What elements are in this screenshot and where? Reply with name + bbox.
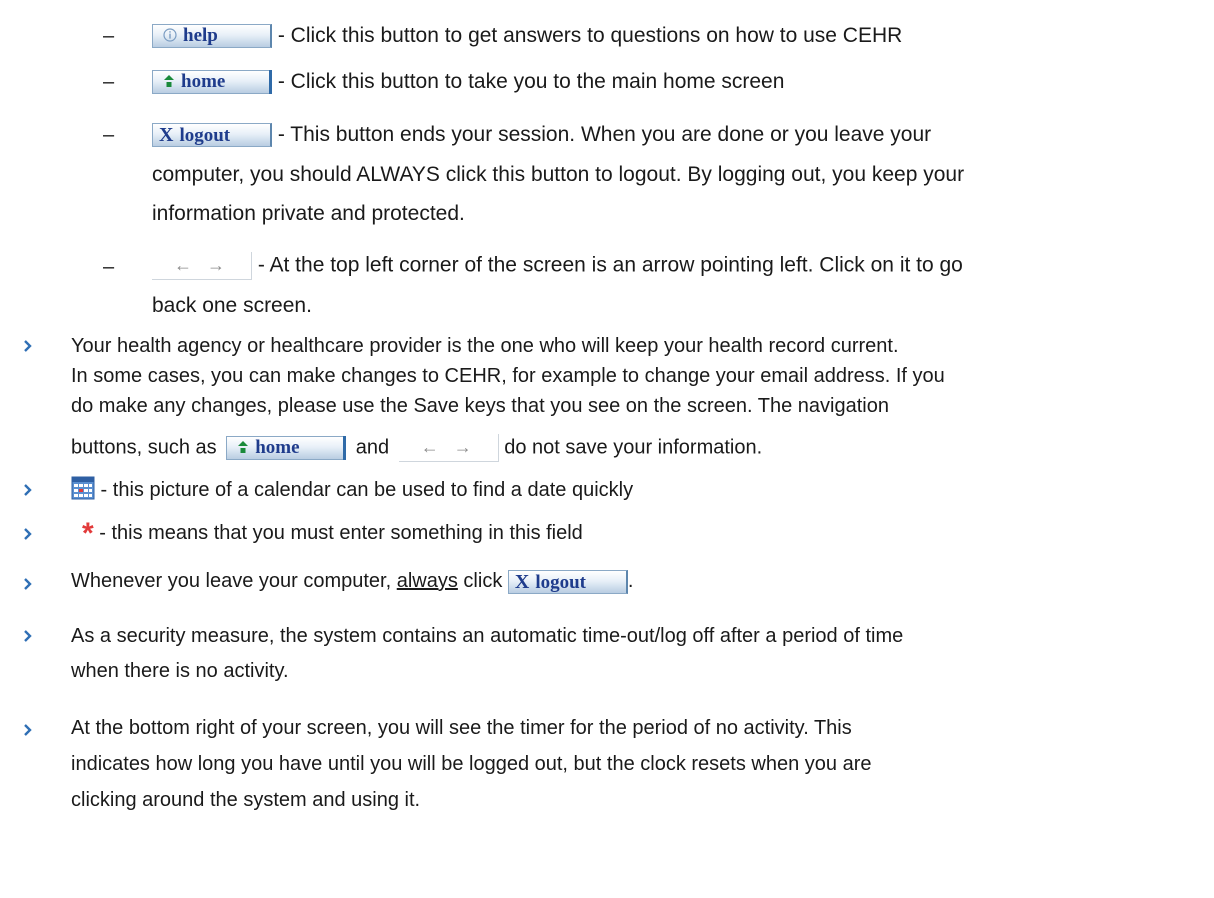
- help-item: help - Click this button to get answers …: [152, 24, 903, 49]
- back-forward-arrows[interactable]: ← →: [398, 434, 499, 462]
- timeout-line1: As a security measure, the system contai…: [71, 625, 904, 647]
- required-asterisk: *: [82, 517, 94, 550]
- help-description: - Click this button to get answers to qu…: [272, 24, 903, 47]
- house-arrow-icon: [237, 437, 249, 459]
- logout-item: Xlogout - This button ends your session.…: [152, 123, 932, 148]
- record-line1: Your health agency or healthcare provide…: [71, 335, 899, 357]
- record-line4c: do not save your information.: [498, 436, 763, 459]
- arrow-right-icon[interactable]: →: [454, 434, 472, 460]
- list-dash: –: [103, 71, 115, 93]
- chevron-right-icon: [23, 624, 43, 648]
- help-button-label: help: [183, 25, 218, 47]
- calendar-item: - this picture of a calendar can be used…: [71, 476, 633, 506]
- calendar-description: - this picture of a calendar can be used…: [95, 479, 634, 501]
- house-arrow-icon: [163, 71, 175, 93]
- home-button-label: home: [181, 71, 226, 93]
- logout-description-line1: - This button ends your session. When yo…: [272, 123, 932, 146]
- record-line3: do make any changes, please use the Save…: [71, 395, 889, 417]
- timer-line2: indicates how long you have until you wi…: [71, 753, 872, 775]
- chevron-right-icon: [23, 478, 43, 502]
- list-dash: –: [103, 256, 115, 278]
- asterisk-item: * - this means that you must enter somet…: [82, 518, 583, 549]
- home-button-label: home: [255, 437, 300, 458]
- list-dash: –: [103, 124, 115, 146]
- logout-button[interactable]: Xlogout: [507, 569, 628, 594]
- arrow-right-icon[interactable]: →: [207, 252, 225, 278]
- record-line4b: and: [350, 436, 395, 459]
- arrows-item: ← → - At the top left corner of the scre…: [152, 252, 963, 280]
- arrows-description-line1: - At the top left corner of the screen i…: [252, 253, 963, 277]
- chevron-right-icon: [23, 334, 43, 358]
- record-line2: In some cases, you can make changes to C…: [71, 365, 945, 387]
- timer-line1: At the bottom right of your screen, you …: [71, 717, 852, 739]
- logout-description-line2: computer, you should ALWAYS click this b…: [152, 163, 965, 186]
- logout-button-label: logout: [535, 571, 587, 593]
- logout-button-label: logout: [179, 125, 231, 147]
- leave-item: Whenever you leave your computer, always…: [71, 569, 633, 594]
- logout-description-line3: information private and protected.: [152, 202, 465, 225]
- chevron-right-icon: [23, 572, 43, 596]
- close-x-icon: X: [514, 570, 530, 593]
- home-button[interactable]: home: [226, 436, 347, 460]
- home-description: - Click this button to take you to the m…: [272, 70, 785, 93]
- back-forward-arrows[interactable]: ← →: [152, 252, 252, 280]
- asterisk-description: - this means that you must enter somethi…: [93, 522, 583, 544]
- leave-text-d: .: [627, 570, 634, 592]
- logout-button[interactable]: Xlogout: [152, 123, 272, 148]
- timeout-line2: when there is no activity.: [71, 660, 289, 682]
- help-button[interactable]: help: [152, 24, 272, 49]
- leave-text-always: always: [396, 570, 458, 592]
- leave-text-c: click: [457, 570, 508, 592]
- leave-text-a: Whenever you leave your computer,: [71, 570, 397, 592]
- chevron-right-icon: [23, 522, 43, 546]
- info-circle-icon: [163, 25, 177, 47]
- record-line4a: buttons, such as: [71, 436, 223, 459]
- home-button[interactable]: home: [152, 70, 272, 95]
- calendar-icon[interactable]: [71, 476, 95, 506]
- home-item: home - Click this button to take you to …: [152, 70, 785, 95]
- close-x-icon: X: [159, 124, 174, 147]
- record-line4: buttons, such as home and ← → do not sav…: [71, 434, 762, 462]
- arrows-description-line2: back one screen.: [152, 294, 312, 317]
- list-dash: –: [103, 25, 115, 47]
- arrow-left-icon[interactable]: ←: [174, 252, 192, 278]
- chevron-right-icon: [23, 718, 43, 742]
- arrow-left-icon[interactable]: ←: [421, 434, 439, 460]
- timer-line3: clicking around the system and using it.: [71, 789, 421, 811]
